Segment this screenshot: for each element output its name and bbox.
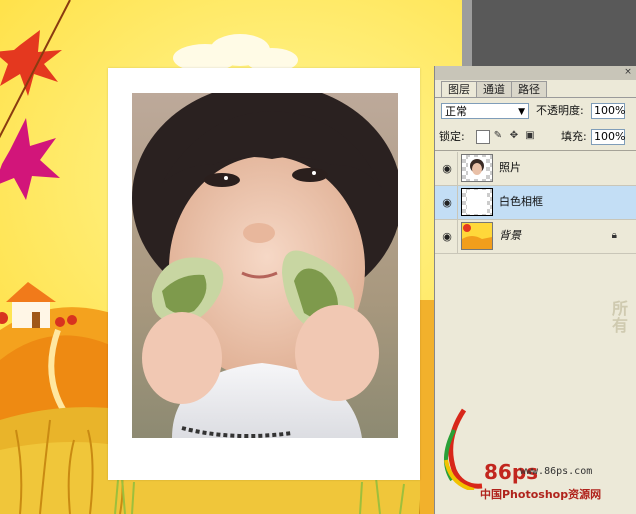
- transparent-frame-thumbnail: [461, 188, 493, 216]
- layer-lock-icon: 🔒︎: [611, 230, 617, 241]
- layer-name: 照片: [499, 161, 521, 174]
- tab-paths[interactable]: 路径: [511, 81, 547, 97]
- eye-column-divider: [457, 152, 458, 185]
- background-thumbnail: [461, 222, 493, 250]
- lock-transparency-icon[interactable]: [476, 130, 490, 144]
- eye-icon[interactable]: ◉: [439, 196, 455, 210]
- opacity-input[interactable]: 100%: [591, 103, 625, 119]
- layer-name: 白色相框: [499, 195, 543, 208]
- vertical-watermark: www.xus23.com 版权所有: [606, 300, 636, 510]
- tab-channels[interactable]: 通道: [476, 81, 512, 97]
- watermark-text: www.xus23.com 版权所有: [609, 300, 636, 500]
- eye-icon[interactable]: ◉: [439, 162, 455, 176]
- dropdown-arrow-icon[interactable]: ▼: [518, 104, 525, 120]
- eye-column-divider: [457, 186, 458, 219]
- close-icon[interactable]: ×: [623, 67, 633, 77]
- blend-mode-value: 正常: [445, 105, 467, 118]
- panel-separator: [435, 150, 636, 151]
- 86ps-logo: 86ps www.86ps.com 中国Photoshop资源网: [434, 400, 609, 510]
- lock-row: 锁定: ✎ ✥ ▣ 填充: 100%: [439, 128, 635, 148]
- layer-row-photo[interactable]: ◉ 照片: [435, 152, 636, 186]
- scrollbar-edge: [462, 0, 472, 68]
- tab-layers[interactable]: 图层: [441, 81, 477, 97]
- logo-url: www.86ps.com: [520, 466, 593, 477]
- workspace-gray-area: [462, 0, 636, 68]
- panel-tabs: 图层 通道 路径: [441, 81, 547, 97]
- layer-row-white-frame[interactable]: ◉ 白色相框: [435, 186, 636, 220]
- panel-title-bar[interactable]: ×: [435, 66, 636, 80]
- lock-brush-icon[interactable]: ✎: [492, 130, 504, 142]
- tab-divider: [435, 97, 636, 98]
- fill-input[interactable]: 100%: [591, 129, 625, 145]
- logo-caption: 中国Photoshop资源网: [480, 488, 602, 501]
- lock-move-icon[interactable]: ✥: [508, 130, 520, 142]
- layer-name: 背景: [499, 229, 521, 242]
- eye-icon[interactable]: ◉: [439, 230, 455, 244]
- blend-row: 正常 ▼ 不透明度: 100%: [439, 102, 635, 122]
- lock-label: 锁定:: [439, 130, 465, 143]
- eye-column-divider: [457, 220, 458, 253]
- child-photo: [132, 93, 398, 438]
- opacity-label: 不透明度:: [536, 104, 584, 117]
- blend-mode-select[interactable]: 正常 ▼: [441, 103, 529, 119]
- fill-label: 填充:: [561, 130, 587, 143]
- lock-all-icon[interactable]: ▣: [524, 130, 536, 142]
- layers-list: ◉ 照片 ◉ 白色相框 ◉ 背景 🔒︎: [435, 152, 636, 254]
- photo-thumbnail: [461, 154, 493, 182]
- layer-row-background[interactable]: ◉ 背景 🔒︎: [435, 220, 636, 254]
